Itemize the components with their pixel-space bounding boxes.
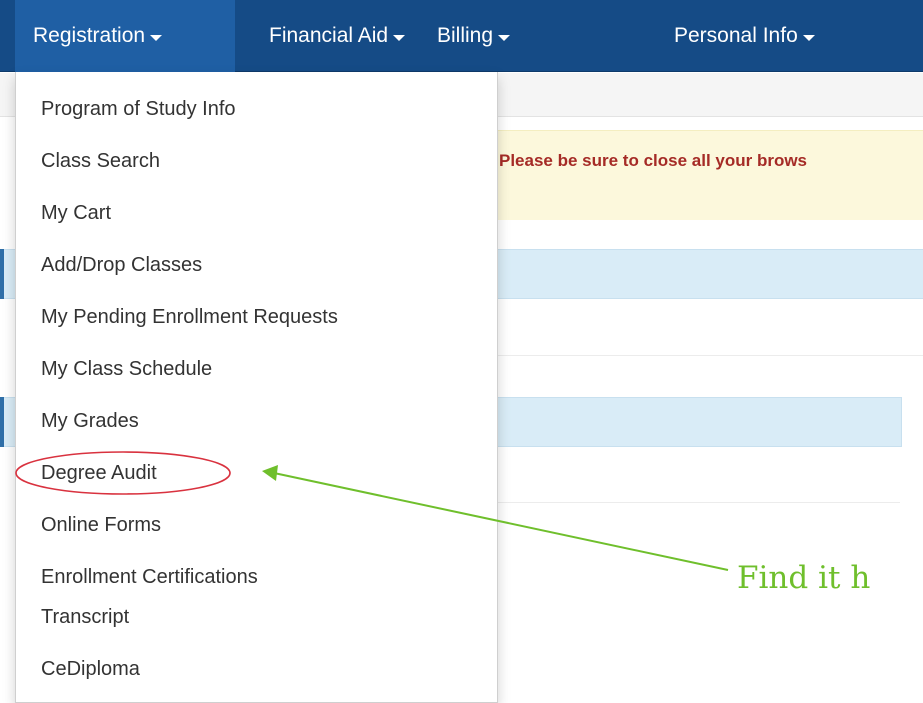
top-navbar: Registration Financial Aid Billing Perso… (0, 0, 923, 72)
nav-financial-aid-label: Financial Aid (269, 24, 389, 47)
menu-item-enrollment-certifications[interactable]: Enrollment Certifications (41, 566, 258, 589)
menu-item-cediploma[interactable]: CeDiploma (41, 658, 140, 681)
menu-item-my-grades[interactable]: My Grades (41, 410, 139, 433)
menu-item-class-search[interactable]: Class Search (41, 150, 160, 173)
panel-edge (0, 249, 4, 299)
annotation-caption: Find it h (737, 560, 871, 596)
divider (480, 502, 900, 503)
nav-registration[interactable]: Registration (15, 0, 235, 72)
menu-item-pending-enrollment[interactable]: My Pending Enrollment Requests (41, 306, 338, 329)
nav-billing[interactable]: Billing (419, 0, 528, 72)
menu-item-add-drop-classes[interactable]: Add/Drop Classes (41, 254, 202, 277)
warning-alert (470, 130, 923, 220)
menu-item-class-schedule[interactable]: My Class Schedule (41, 358, 212, 381)
panel-edge (0, 397, 4, 447)
alert-message: Please be sure to close all your brows (499, 151, 808, 170)
divider (480, 355, 923, 356)
menu-item-degree-audit[interactable]: Degree Audit (41, 462, 157, 485)
registration-dropdown-menu: Program of Study Info Class Search My Ca… (15, 72, 498, 703)
nav-registration-label: Registration (33, 24, 146, 47)
nav-billing-label: Billing (437, 24, 494, 47)
caret-down-icon (802, 34, 815, 41)
nav-financial-aid[interactable]: Financial Aid (251, 0, 423, 72)
menu-item-online-forms[interactable]: Online Forms (41, 514, 161, 537)
nav-personal-info[interactable]: Personal Info (656, 0, 833, 72)
caret-down-icon (393, 34, 406, 41)
menu-item-program-of-study[interactable]: Program of Study Info (41, 98, 236, 121)
nav-personal-info-label: Personal Info (674, 24, 798, 47)
caret-down-icon (498, 34, 511, 41)
menu-item-my-cart[interactable]: My Cart (41, 202, 111, 225)
caret-down-icon (150, 34, 163, 41)
menu-item-transcript[interactable]: Transcript (41, 606, 129, 629)
